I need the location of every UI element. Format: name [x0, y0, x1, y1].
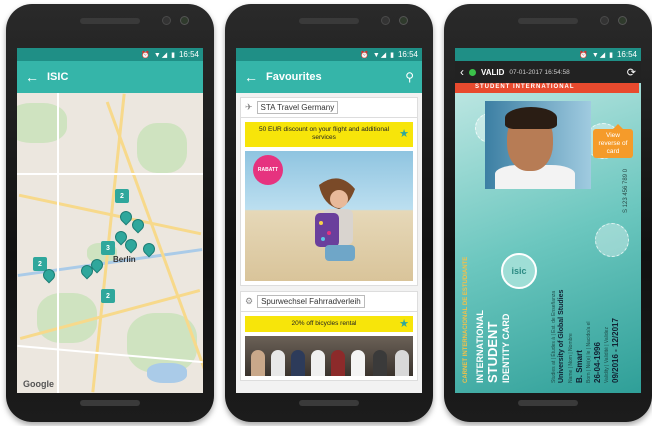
map-park: [137, 123, 187, 173]
status-time: 16:54: [616, 50, 637, 59]
map-cluster[interactable]: 2: [101, 289, 115, 303]
person-figure: [331, 350, 345, 377]
offer-photo: [245, 336, 413, 377]
portrait-hair: [505, 107, 557, 129]
front-camera: [399, 16, 408, 25]
badge-text: RABATT: [257, 166, 279, 173]
person-figure: [271, 350, 285, 377]
city-label: Berlin: [113, 255, 136, 264]
earpiece: [518, 18, 578, 24]
bottom-speaker: [518, 400, 578, 406]
status-bar: ⏰ ▼◢ ▮ 16:54: [455, 48, 641, 61]
validation-time: 07-01-2017 16:54:58: [509, 68, 570, 76]
map-cluster[interactable]: 3: [101, 241, 115, 255]
back-arrow-icon[interactable]: ←: [244, 69, 266, 85]
person-figure: [351, 350, 365, 377]
map-lake: [147, 363, 187, 383]
validity-bar: ‹ VALID 07-01-2017 16:54:58 ⟳: [455, 61, 641, 83]
app-bar: ← ISIC: [17, 61, 203, 93]
favourite-card[interactable]: ⚙ Spurwechsel Fahrradverleih 20% off bic…: [240, 290, 418, 382]
status-icons: ⏰ ▼◢ ▮: [141, 51, 176, 59]
bicycle-icon: ⚙: [245, 295, 254, 306]
bottom-speaker: [299, 400, 359, 406]
phone-favourites: ⏰ ▼◢ ▮ 16:54 ← Favourites ⚲ ✈ STA Travel…: [225, 4, 433, 422]
favourite-star-icon[interactable]: ★: [399, 317, 409, 331]
map-park: [17, 103, 67, 143]
front-camera: [180, 16, 189, 25]
traveller-illustration: [315, 178, 355, 261]
screen-favourites: ⏰ ▼◢ ▮ 16:54 ← Favourites ⚲ ✈ STA Travel…: [236, 48, 422, 393]
person-figure: [311, 350, 325, 377]
holder-name: B. Smart: [575, 350, 584, 383]
search-icon[interactable]: ⚲: [405, 70, 414, 84]
card-title-international: INTERNATIONAL: [475, 310, 485, 383]
card-title-identity: IDENTITY CARD: [501, 313, 511, 383]
offer-text: 20% off bicycles rental: [291, 319, 357, 327]
valid-indicator: [469, 68, 476, 76]
screen-card: ⏰ ▼◢ ▮ 16:54 ‹ VALID 07-01-2017 16:54:58…: [455, 48, 641, 393]
status-icons: ⏰ ▼◢ ▮: [360, 51, 395, 59]
google-logo: Google: [23, 379, 54, 389]
rabatt-badge: RABATT: [253, 154, 283, 185]
bottom-speaker: [80, 400, 140, 406]
person-figure: [395, 350, 409, 377]
institution: University of Global Studies: [558, 289, 565, 383]
page-title: ISIC: [47, 71, 69, 83]
birth-date: 26-04-1996: [593, 342, 602, 383]
status-icons: ⏰ ▼◢ ▮: [579, 51, 614, 59]
page-title: Favourites: [266, 71, 322, 83]
back-chevron-icon[interactable]: ‹: [460, 65, 464, 79]
isic-logo: isic: [501, 253, 537, 289]
favourites-list[interactable]: ✈ STA Travel Germany 50 EUR discount on …: [236, 93, 422, 393]
front-camera: [618, 16, 627, 25]
valid-status: VALID: [481, 67, 505, 77]
phone-map: ⏰ ▼◢ ▮ 16:54 ← ISIC 2 3 2 2 Berlin Googl…: [6, 4, 214, 422]
offer-banner[interactable]: 20% off bicycles rental ★: [245, 315, 413, 333]
sensor: [162, 16, 171, 25]
offer-photo: RABATT: [245, 150, 413, 281]
person-figure: [373, 350, 387, 377]
earpiece: [299, 18, 359, 24]
name-label: Name | Nom | Nombre: [568, 333, 574, 383]
card-header: ⚙ Spurwechsel Fahrradverleih: [241, 292, 417, 312]
favourite-card[interactable]: ✈ STA Travel Germany 50 EUR discount on …: [240, 97, 418, 286]
sensor: [600, 16, 609, 25]
offer-text: 50 EUR discount on your flight and addit…: [258, 126, 390, 142]
person-figure: [291, 350, 305, 377]
app-bar: ← Favourites ⚲: [236, 61, 422, 93]
back-arrow-icon[interactable]: ←: [25, 69, 47, 85]
person-figure: [251, 350, 265, 377]
app-showcase: ⏰ ▼◢ ▮ 16:54 ← ISIC 2 3 2 2 Berlin Googl…: [0, 0, 652, 426]
favourite-star-icon[interactable]: ★: [399, 127, 409, 141]
map-street: [17, 173, 203, 175]
born-label: Born | Né(e) le | Nacido/a el: [586, 321, 592, 383]
status-time: 16:54: [178, 50, 199, 59]
sensor: [381, 16, 390, 25]
validity-period: 09/2016 - 12/2017: [611, 318, 620, 383]
plane-icon: ✈: [245, 102, 253, 112]
status-time: 16:54: [397, 50, 418, 59]
flip-card-icon[interactable]: ⟳: [627, 66, 636, 79]
card-number: S 123 456 789 0: [623, 168, 629, 213]
hologram-globe: [595, 223, 629, 257]
card-title-student: STUDENT: [485, 321, 500, 383]
phone-card: ⏰ ▼◢ ▮ 16:54 ‹ VALID 07-01-2017 16:54:58…: [444, 4, 652, 422]
reverse-card-tooltip[interactable]: View reverse of card: [593, 123, 633, 159]
map-cluster[interactable]: 2: [115, 189, 129, 203]
partner-name: Spurwechsel Fahrradverleih: [257, 294, 365, 308]
studies-label: Studies at | Études à | Est. de Enseñanz…: [551, 290, 557, 383]
map-view[interactable]: 2 3 2 2 Berlin Google: [17, 93, 203, 393]
isic-card[interactable]: STUDENT INTERNATIONAL View reverse of ca…: [455, 83, 641, 393]
status-bar: ⏰ ▼◢ ▮ 16:54: [236, 48, 422, 61]
offer-banner[interactable]: 50 EUR discount on your flight and addit…: [245, 122, 413, 147]
header-band-text: STUDENT INTERNATIONAL: [475, 84, 575, 90]
validity-label: Validity | Validité | Validez: [604, 327, 610, 383]
status-bar: ⏰ ▼◢ ▮ 16:54: [17, 48, 203, 61]
screen-map: ⏰ ▼◢ ▮ 16:54 ← ISIC 2 3 2 2 Berlin Googl…: [17, 48, 203, 393]
earpiece: [80, 18, 140, 24]
card-header: ✈ STA Travel Germany: [241, 98, 417, 118]
side-text: CARNET INTERNACIONAL DE ESTUDIANTE: [463, 256, 469, 383]
student-photo: [485, 101, 591, 189]
partner-name: STA Travel Germany: [256, 101, 339, 114]
